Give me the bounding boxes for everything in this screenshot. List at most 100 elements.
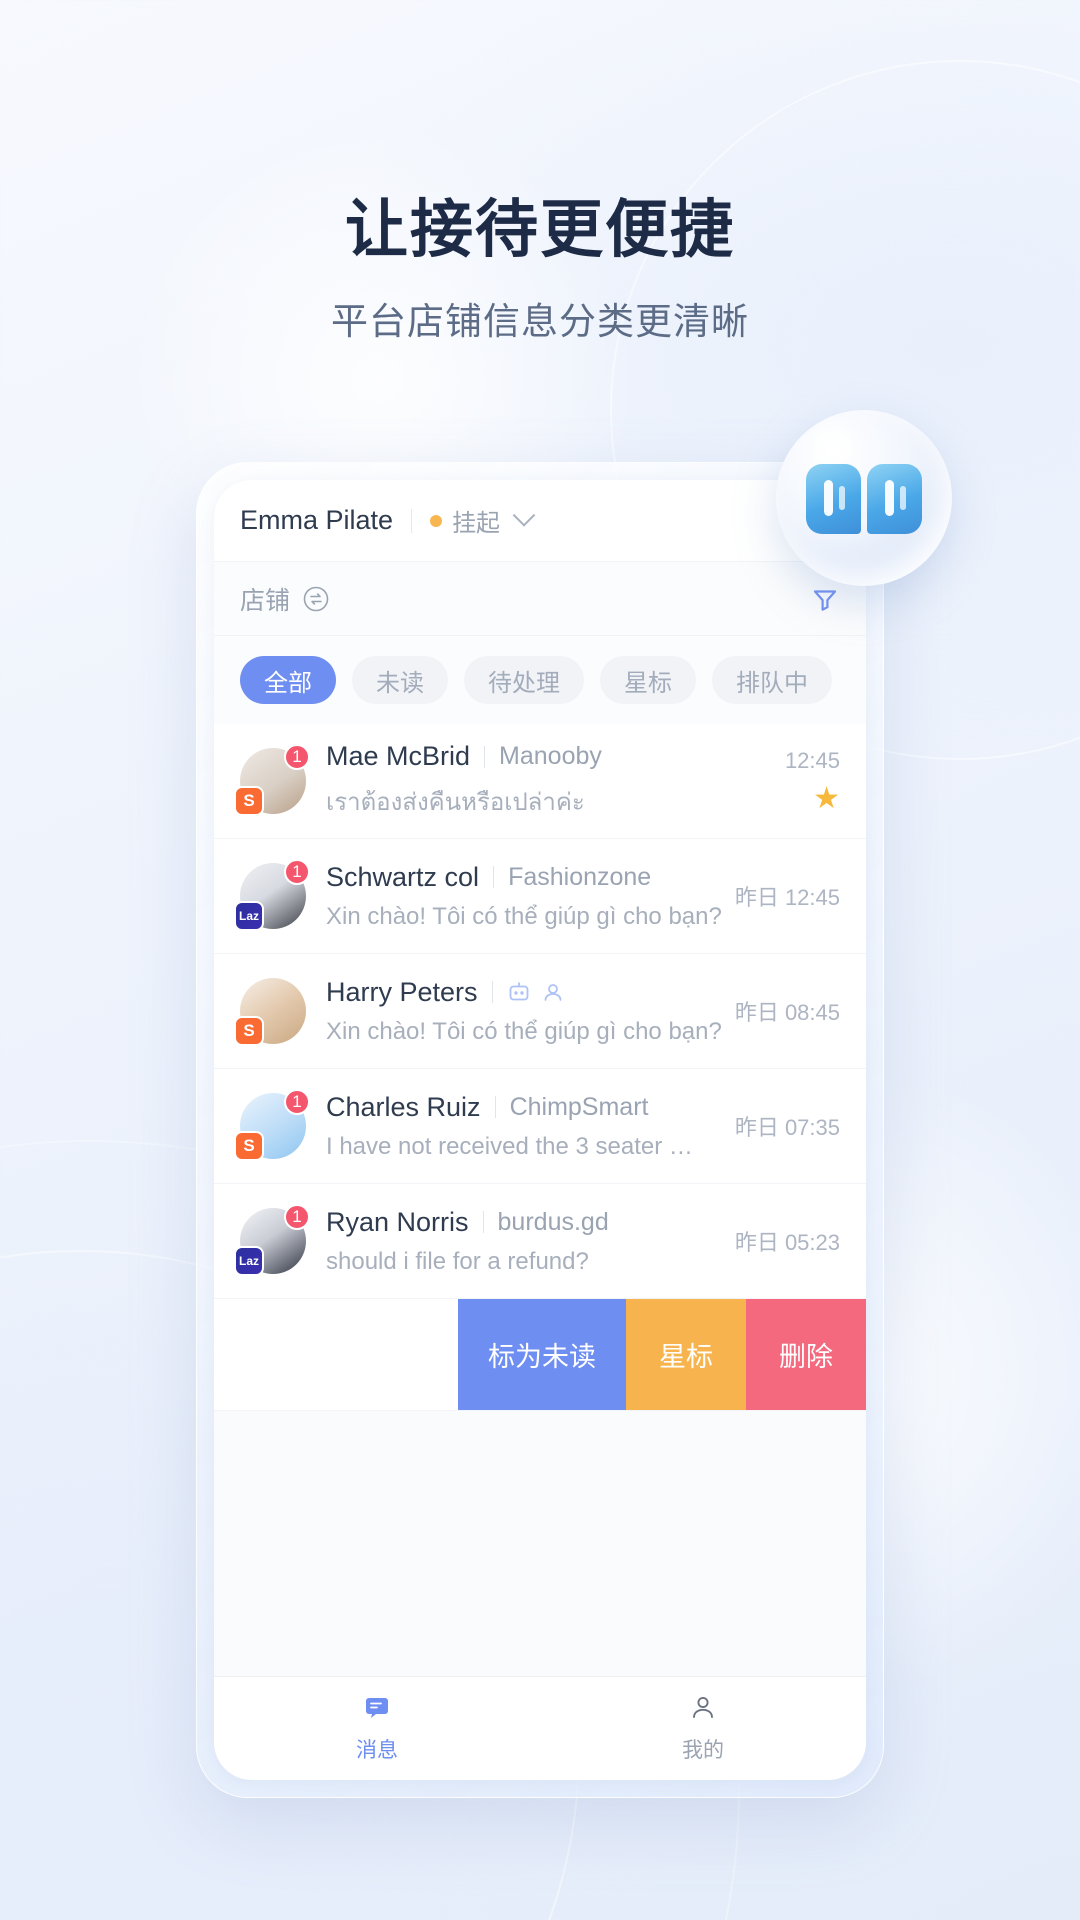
robot-mascot-icon: [776, 410, 952, 586]
unread-badge: 1: [284, 1204, 310, 1230]
conversation-title-line: Mae McBrid Manooby: [326, 741, 773, 772]
conversation-title-line: Charles Ruiz ChimpSmart: [326, 1092, 723, 1123]
status-label[interactable]: 挂起: [452, 503, 500, 538]
contact-name: Harry Peters: [326, 976, 478, 1007]
title-divider: [493, 866, 495, 888]
mascot-eye-right: [867, 464, 922, 534]
conversation-body: Mae McBrid Manooby เราต้องส่งคืนหรือเปล่…: [326, 741, 773, 821]
mascot-eye-left: [806, 464, 861, 534]
tab-all[interactable]: 全部: [240, 656, 336, 704]
page-subtitle: 平台店铺信息分类更清晰: [331, 301, 749, 343]
agent-name: Emma Pilate: [240, 505, 394, 535]
swipe-spacer: [214, 1299, 458, 1410]
mascot-shine: [802, 426, 864, 466]
contact-name: Charles Ruiz: [326, 1091, 481, 1122]
unread-badge: 1: [284, 1089, 310, 1115]
mascot-face: [806, 464, 922, 536]
conversation-body: Charles Ruiz ChimpSmart I have not recei…: [326, 1092, 723, 1161]
app-header: Emma Pilate 挂起: [214, 480, 866, 562]
chevron-down-icon[interactable]: [512, 503, 536, 527]
conversation-row[interactable]: S Harry Peters Xin chào! Tôi có thể giúp…: [214, 954, 866, 1069]
phone-frame: Emma Pilate 挂起 店铺 全部 未读 待处理 星标 排队中 1 S M…: [196, 462, 884, 1798]
nav-label: 我的: [682, 1739, 724, 1762]
platform-badge-lazada: Laz: [234, 901, 264, 931]
message-preview: Xin chào! Tôi có thể giúp gì cho bạn?: [326, 902, 722, 930]
delete-button[interactable]: 删除: [746, 1299, 866, 1410]
tab-unread[interactable]: 未读: [352, 656, 448, 704]
star-icon[interactable]: ★: [813, 784, 840, 814]
contact-name: Mae McBrid: [326, 741, 471, 771]
timestamp: 昨日 05:23: [734, 1230, 840, 1255]
filter-tabs: 全部 未读 待处理 星标 排队中: [214, 636, 866, 724]
mascot-glint-small: [900, 486, 906, 510]
conversation-body: Harry Peters Xin chào! Tôi có thể giúp g…: [326, 977, 723, 1046]
swap-circle-icon[interactable]: [302, 585, 330, 613]
contact-name: Schwartz col: [326, 861, 480, 892]
tab-label: 全部: [264, 669, 312, 697]
star-label: 星标: [659, 1342, 713, 1372]
timestamp: 昨日 07:35: [734, 1115, 840, 1140]
tab-label: 星标: [624, 669, 672, 697]
platform-badge-shopee: S: [234, 1131, 264, 1161]
tab-starred[interactable]: 星标: [600, 656, 696, 704]
mascot-glint: [885, 480, 894, 516]
avatar-wrapper: 1 S: [234, 744, 310, 816]
nav-item-profile[interactable]: 我的: [540, 1677, 866, 1780]
filter-funnel-icon[interactable]: [810, 584, 840, 614]
mascot-glint-small: [839, 486, 845, 510]
tab-label: 待处理: [488, 669, 560, 697]
tab-label: 排队中: [736, 669, 808, 697]
shop-name: ChimpSmart: [509, 1092, 649, 1121]
unread-badge: 1: [284, 744, 310, 770]
conversation-meta: 昨日 12:45: [723, 880, 840, 912]
mascot-glint: [824, 480, 833, 516]
conversation-meta: 12:45 ★: [773, 748, 840, 814]
timestamp: 昨日 12:45: [734, 885, 840, 910]
avatar-wrapper: 1 Laz: [234, 859, 310, 931]
title-divider: [484, 745, 486, 768]
list-empty-area: [214, 1411, 866, 1676]
hero-text-block: 让接待更便捷 平台店铺信息分类更清晰: [0, 195, 1080, 345]
conversation-meta: 昨日 08:45: [723, 995, 840, 1027]
nav-item-messages[interactable]: 消息: [214, 1677, 540, 1780]
message-preview: Xin chào! Tôi có thể giúp gì cho bạn?: [326, 1017, 722, 1045]
nav-label: 消息: [356, 1739, 398, 1762]
title-divider: [482, 1211, 484, 1233]
conversation-title-line: Schwartz col Fashionzone: [326, 862, 723, 893]
mark-unread-label: 标为未读: [488, 1342, 596, 1372]
person-icon: [689, 1693, 717, 1726]
timestamp: 昨日 08:45: [734, 1000, 840, 1025]
swipe-action-row: 标为未读 星标 删除: [214, 1299, 866, 1411]
title-divider: [494, 1096, 496, 1118]
avatar-wrapper: 1 S: [234, 1089, 310, 1161]
title-divider: [491, 981, 493, 1003]
conversation-row[interactable]: 1 Laz Ryan Norris burdus.gd should i fil…: [214, 1184, 866, 1299]
tab-pending[interactable]: 待处理: [464, 656, 584, 704]
bottom-navigation: 消息 我的: [214, 1676, 866, 1780]
star-button[interactable]: 星标: [626, 1299, 746, 1410]
shop-name: Fashionzone: [508, 862, 652, 891]
phone-screen: Emma Pilate 挂起 店铺 全部 未读 待处理 星标 排队中 1 S M…: [214, 480, 866, 1780]
conversation-row[interactable]: 1 S Charles Ruiz ChimpSmart I have not r…: [214, 1069, 866, 1184]
shop-filter-bar: 店铺: [214, 562, 866, 636]
conversation-title-line: Harry Peters: [326, 977, 723, 1008]
status-dot-icon: [430, 514, 443, 527]
header-divider: [411, 508, 413, 533]
message-preview: เราต้องส่งคืนหรือเปล่าค่ะ: [326, 789, 585, 816]
timestamp: 12:45: [784, 748, 840, 773]
tab-label: 未读: [376, 669, 424, 697]
robot-icon: [507, 980, 531, 1004]
conversation-meta: 昨日 07:35: [723, 1110, 840, 1142]
assignment-icons: [507, 980, 565, 1004]
conversation-row[interactable]: 1 Laz Schwartz col Fashionzone Xin chào!…: [214, 839, 866, 954]
mark-unread-button[interactable]: 标为未读: [458, 1299, 626, 1410]
platform-badge-lazada: Laz: [234, 1246, 264, 1276]
conversation-body: Ryan Norris burdus.gd should i file for …: [326, 1207, 723, 1276]
shop-selector[interactable]: 店铺: [240, 581, 330, 617]
platform-badge-shopee: S: [234, 786, 264, 816]
unread-badge: 1: [284, 859, 310, 885]
conversation-row[interactable]: 1 S Mae McBrid Manooby เราต้องส่งคืนหรือ…: [214, 724, 866, 839]
page-title: 让接待更便捷: [345, 195, 735, 265]
tab-queued[interactable]: 排队中: [712, 656, 832, 704]
message-icon: [363, 1693, 391, 1726]
